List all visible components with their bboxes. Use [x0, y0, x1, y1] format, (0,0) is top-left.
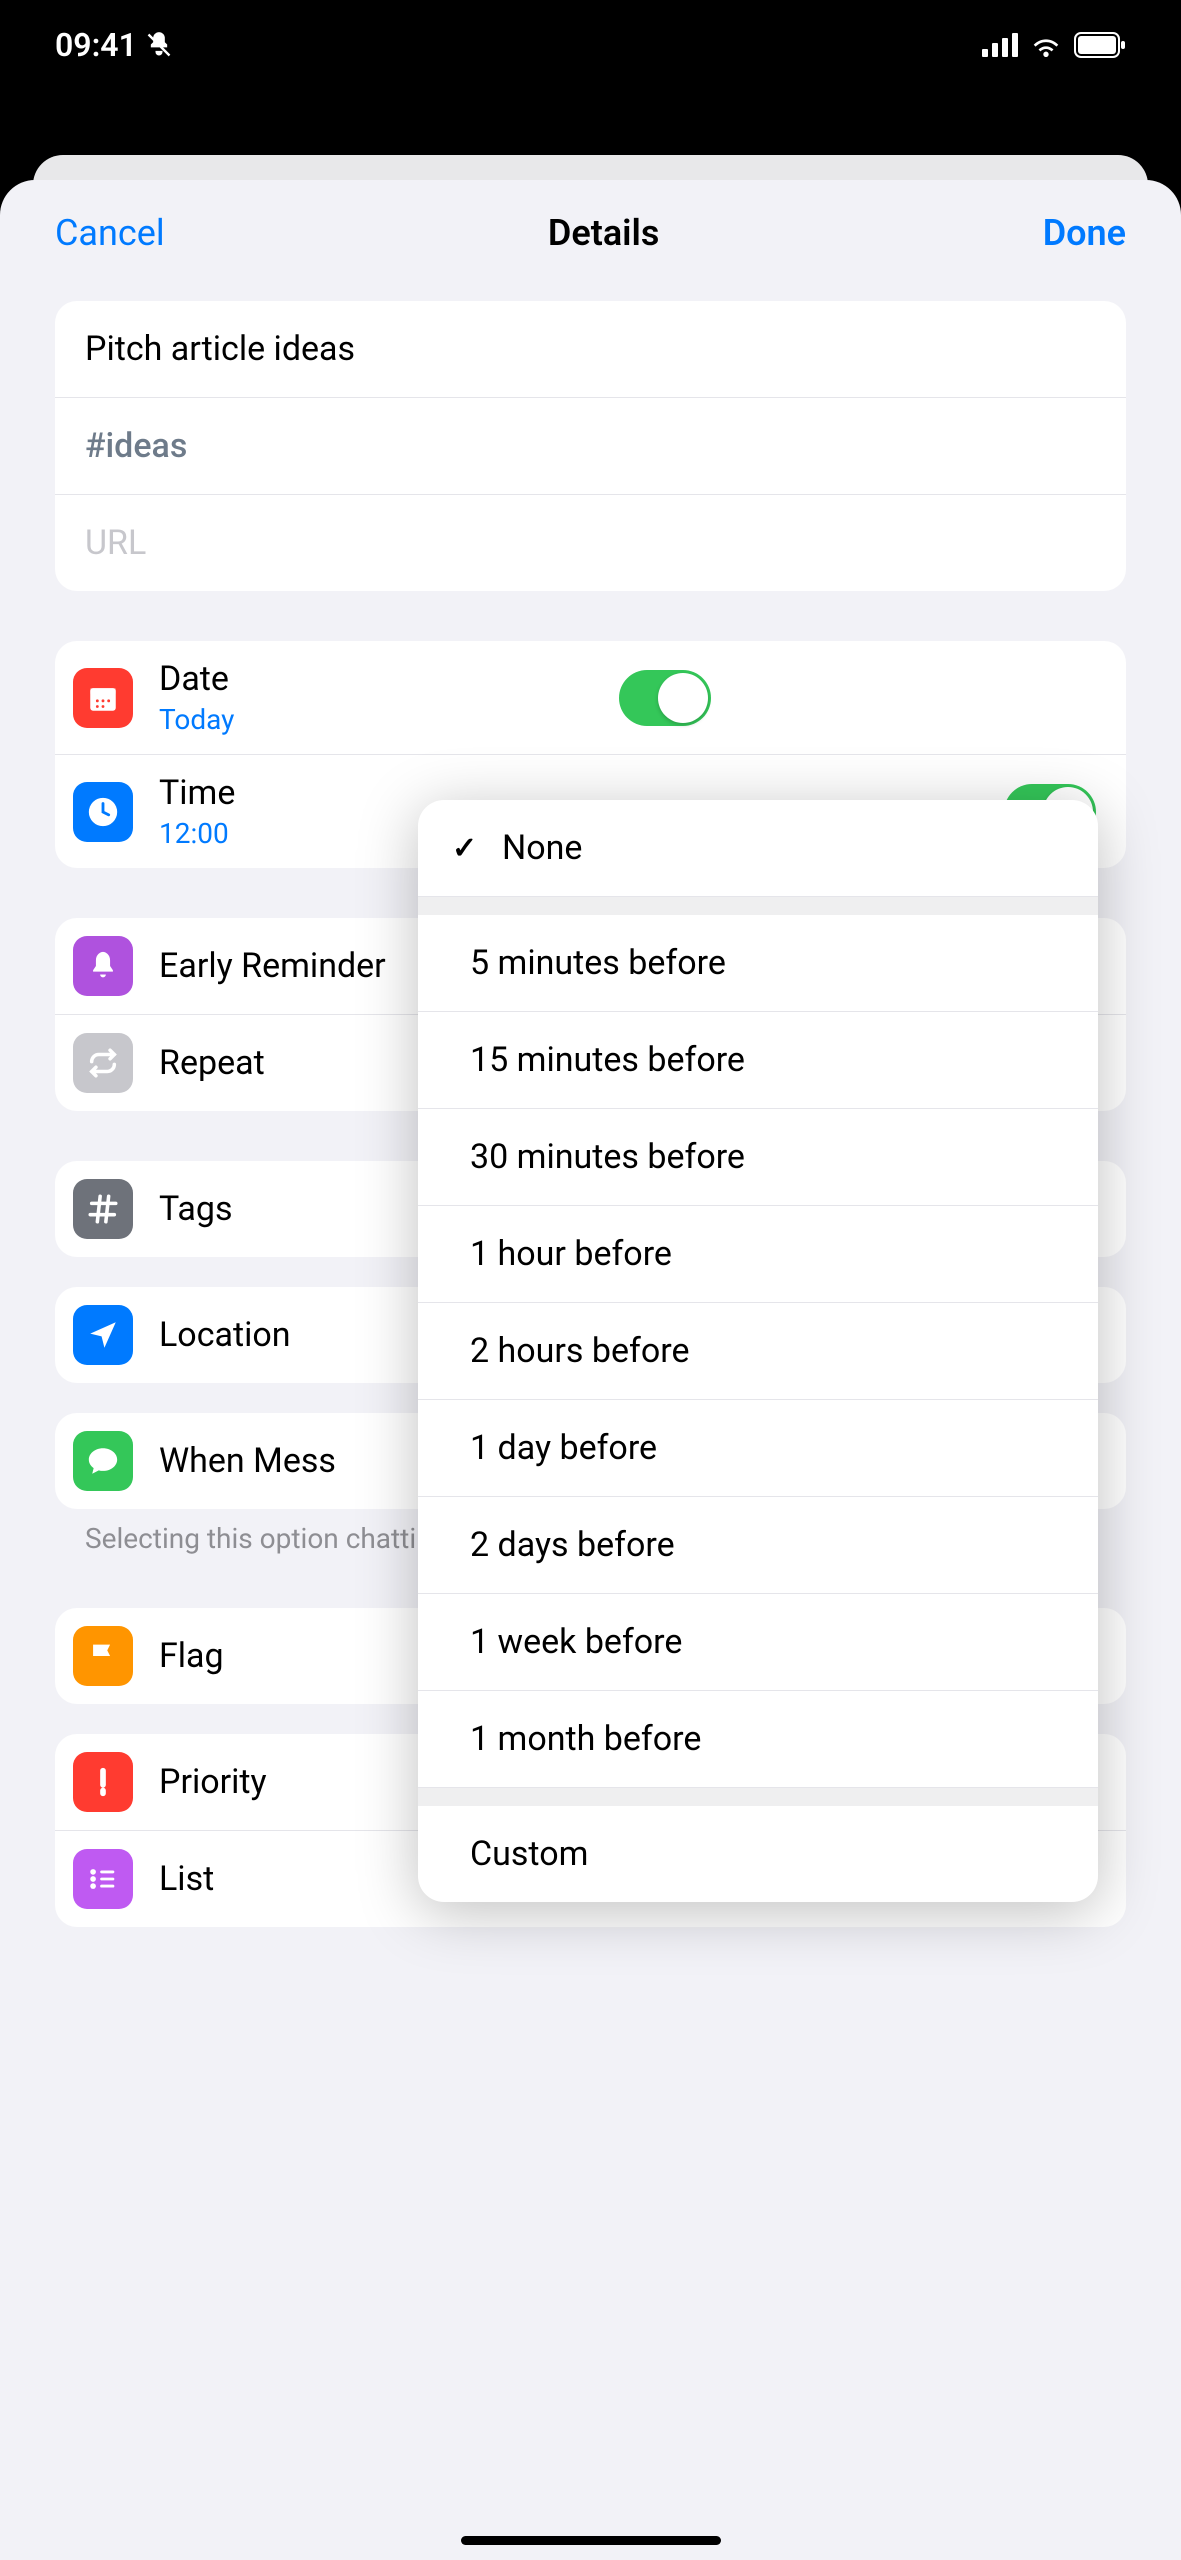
dropdown-item-custom[interactable]: Custom [418, 1806, 1098, 1902]
dropdown-separator [418, 1788, 1098, 1806]
repeat-icon [73, 1033, 133, 1093]
cancel-button[interactable]: Cancel [55, 212, 165, 254]
dropdown-item-1hour[interactable]: 1 hour before [418, 1206, 1098, 1303]
time-label: Time [159, 773, 235, 813]
dropdown-item-1week[interactable]: 1 week before [418, 1594, 1098, 1691]
early-reminder-label: Early Reminder [159, 946, 386, 986]
page-title: Details [548, 212, 659, 254]
priority-label: Priority [159, 1762, 267, 1802]
dropdown-item-none[interactable]: ✓ None [418, 800, 1098, 897]
status-time: 09:41 [55, 26, 137, 64]
dropdown-item-2days[interactable]: 2 days before [418, 1497, 1098, 1594]
battery-icon [1074, 32, 1126, 58]
date-toggle[interactable] [619, 670, 711, 726]
dropdown-item-30min[interactable]: 30 minutes before [418, 1109, 1098, 1206]
dropdown-item-15min[interactable]: 15 minutes before [418, 1012, 1098, 1109]
dropdown-item-1month[interactable]: 1 month before [418, 1691, 1098, 1788]
navigation-bar: Cancel Details Done [0, 180, 1181, 266]
done-button[interactable]: Done [1043, 212, 1126, 254]
silent-icon [145, 31, 173, 59]
title-field[interactable]: Pitch article ideas [55, 301, 1126, 398]
list-icon [73, 1849, 133, 1909]
flag-icon [73, 1626, 133, 1686]
status-bar: 09:41 [0, 0, 1181, 90]
cellular-icon [982, 33, 1018, 57]
repeat-label: Repeat [159, 1043, 265, 1083]
message-icon [73, 1431, 133, 1491]
dropdown-item-2hours[interactable]: 2 hours before [418, 1303, 1098, 1400]
time-value: 12:00 [159, 817, 235, 850]
exclamation-icon [73, 1752, 133, 1812]
list-label: List [159, 1859, 214, 1899]
notes-field[interactable]: #ideas [55, 398, 1126, 495]
clock-icon [73, 782, 133, 842]
messaging-label: When Mess [159, 1441, 336, 1481]
calendar-icon [73, 668, 133, 728]
dropdown-item-1day[interactable]: 1 day before [418, 1400, 1098, 1497]
tags-label: Tags [159, 1189, 233, 1229]
url-field[interactable]: URL [55, 495, 1126, 591]
wifi-icon [1030, 33, 1062, 57]
dropdown-item-5min[interactable]: 5 minutes before [418, 915, 1098, 1012]
hash-icon [73, 1179, 133, 1239]
location-label: Location [159, 1315, 291, 1355]
date-value: Today [159, 703, 234, 736]
location-arrow-icon [73, 1305, 133, 1365]
dropdown-separator [418, 897, 1098, 915]
details-sheet: Cancel Details Done Pitch article ideas … [0, 180, 1181, 2560]
date-row[interactable]: Date Today [55, 641, 1126, 755]
title-card: Pitch article ideas #ideas URL [55, 301, 1126, 591]
date-label: Date [159, 659, 234, 699]
checkmark-icon: ✓ [452, 831, 482, 866]
home-indicator[interactable] [461, 2536, 721, 2545]
bell-icon [73, 936, 133, 996]
early-reminder-dropdown: ✓ None 5 minutes before 15 minutes befor… [418, 800, 1098, 1902]
flag-label: Flag [159, 1636, 224, 1676]
